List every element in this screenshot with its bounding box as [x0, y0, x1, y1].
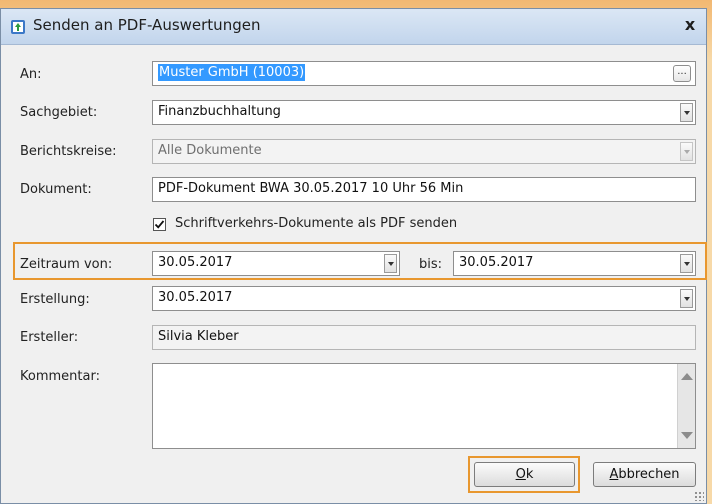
dokument-input[interactable]: PDF-Dokument BWA 30.05.2017 10 Uhr 56 Mi…: [152, 177, 696, 202]
schriftverkehr-checkbox[interactable]: [153, 218, 166, 231]
berichtskreise-dropdown-icon: [680, 142, 693, 161]
recipient-field[interactable]: Muster GmbH (10003) ...: [152, 61, 696, 86]
scroll-up-icon[interactable]: [681, 373, 693, 380]
zeitraum-to-value: 30.05.2017: [459, 255, 534, 270]
close-button[interactable]: x: [680, 14, 700, 36]
resize-grip-icon[interactable]: [694, 491, 704, 501]
recipient-value: Muster GmbH (10003): [158, 64, 306, 81]
cancel-label-rest: bbrechen: [618, 467, 680, 482]
erstellung-dropdown-icon[interactable]: [680, 289, 693, 308]
sachgebiet-value: Finanzbuchhaltung: [158, 104, 281, 119]
schriftverkehr-label: Schriftverkehrs-Dokumente als PDF senden: [175, 216, 458, 231]
checkmark-icon: [154, 220, 165, 229]
erstellung-select[interactable]: 30.05.2017: [152, 286, 696, 311]
ersteller-label: Ersteller:: [20, 330, 79, 345]
app-icon: [11, 20, 25, 34]
ersteller-value: Silvia Kleber: [158, 329, 239, 344]
berichtskreise-label: Berichtskreise:: [20, 144, 117, 159]
zeitraum-to-select[interactable]: 30.05.2017: [453, 251, 696, 276]
ok-mnemonic: O: [515, 467, 526, 482]
ok-button[interactable]: Ok: [474, 462, 575, 487]
kommentar-label: Kommentar:: [20, 369, 100, 384]
ok-label-rest: k: [525, 467, 534, 482]
erstellung-label: Erstellung:: [20, 292, 90, 307]
browse-recipient-button[interactable]: ...: [673, 65, 691, 82]
title-bar[interactable]: Senden an PDF-Auswertungen x: [1, 9, 706, 45]
send-to-pdf-dialog: Senden an PDF-Auswertungen x An: Muster …: [0, 8, 707, 504]
berichtskreise-value: Alle Dokumente: [158, 143, 262, 158]
zeitraum-from-select[interactable]: 30.05.2017: [152, 251, 400, 276]
erstellung-value: 30.05.2017: [158, 290, 233, 305]
cancel-button[interactable]: Abbrechen: [593, 462, 696, 487]
sachgebiet-label: Sachgebiet:: [20, 105, 98, 120]
zeitraum-von-label: Zeitraum von:: [20, 257, 113, 272]
an-label: An:: [20, 67, 42, 82]
kommentar-textarea[interactable]: [152, 363, 696, 449]
zeitraum-from-value: 30.05.2017: [158, 255, 233, 270]
zeitraum-bis-label: bis:: [419, 257, 443, 272]
ersteller-field: Silvia Kleber: [152, 325, 696, 350]
dokument-label: Dokument:: [20, 182, 92, 197]
zeitraum-to-dropdown-icon[interactable]: [680, 254, 693, 273]
kommentar-scrollbar[interactable]: [677, 364, 695, 448]
zeitraum-from-dropdown-icon[interactable]: [384, 254, 397, 273]
sachgebiet-select[interactable]: Finanzbuchhaltung: [152, 100, 696, 125]
dokument-value: PDF-Dokument BWA 30.05.2017 10 Uhr 56 Mi…: [158, 181, 464, 196]
scroll-down-icon[interactable]: [681, 432, 693, 439]
berichtskreise-select: Alle Dokumente: [152, 139, 696, 164]
sachgebiet-dropdown-icon[interactable]: [680, 103, 693, 122]
window-title: Senden an PDF-Auswertungen: [33, 16, 261, 34]
